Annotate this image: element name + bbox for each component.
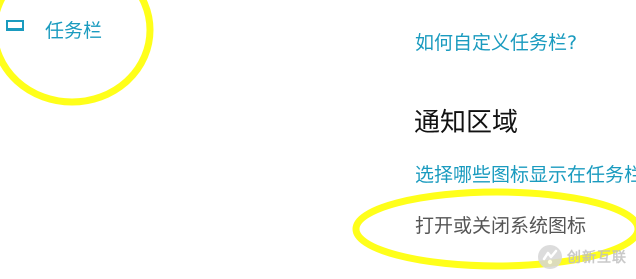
sidebar-item-label: 任务栏	[45, 20, 103, 42]
notification-area-heading: 通知区域	[414, 108, 519, 138]
sidebar-item-taskbar[interactable]: 任务栏	[0, 6, 150, 46]
brand-logo-icon	[538, 245, 562, 269]
watermark: 创新互联	[537, 241, 627, 273]
toggle-system-icons-link[interactable]: 打开或关闭系统图标	[415, 211, 586, 238]
customize-taskbar-link[interactable]: 如何自定义任务栏?	[415, 28, 577, 55]
watermark-text: 创新互联	[567, 250, 627, 266]
taskbar-icon	[6, 20, 24, 31]
choose-taskbar-icons-link[interactable]: 选择哪些图标显示在任务栏	[415, 160, 636, 187]
